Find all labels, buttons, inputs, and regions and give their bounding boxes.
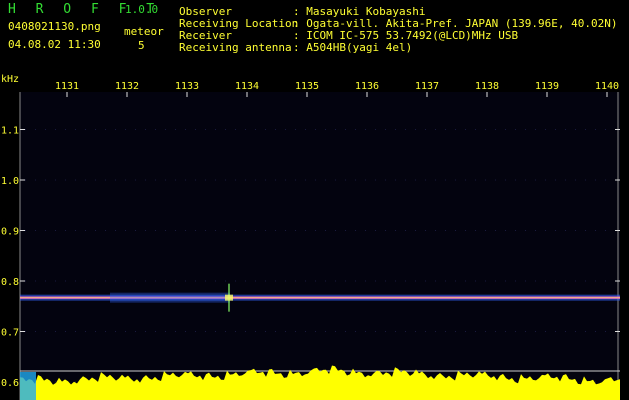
x-tick-label: 1134 <box>235 81 259 92</box>
x-tick-label: 1136 <box>355 81 379 92</box>
x-tick-label: 1135 <box>295 81 319 92</box>
spectrum-left-bar <box>20 372 36 400</box>
spectrogram-plot: 1.1 1.0 0.9 0.8 0.7 0.6 1131 1132 1133 1134 1135 1… <box>1 74 620 400</box>
y-tick-label: 0.8 <box>1 277 19 288</box>
plot-area <box>20 92 620 400</box>
y-tick-label: 1.0 <box>1 176 19 187</box>
y-tick-label: 0.9 <box>1 227 19 238</box>
x-tick-label: 1138 <box>475 81 499 92</box>
meteor-echo-core <box>225 294 233 301</box>
x-tick-label: 1139 <box>535 81 559 92</box>
x-tick-label: 1140 <box>595 81 619 92</box>
y-axis-label: kHz <box>1 74 19 85</box>
x-tick-label: 1131 <box>55 81 79 92</box>
y-tick-label: 0.6 <box>1 378 19 389</box>
y-tick-label: 0.7 <box>1 328 19 339</box>
x-tick-label: 1137 <box>415 81 439 92</box>
carrier-trace-wide <box>110 292 230 303</box>
x-tick-label: 1133 <box>175 81 199 92</box>
y-tick-label: 1.1 <box>1 126 19 137</box>
x-tick-label: 1132 <box>115 81 139 92</box>
